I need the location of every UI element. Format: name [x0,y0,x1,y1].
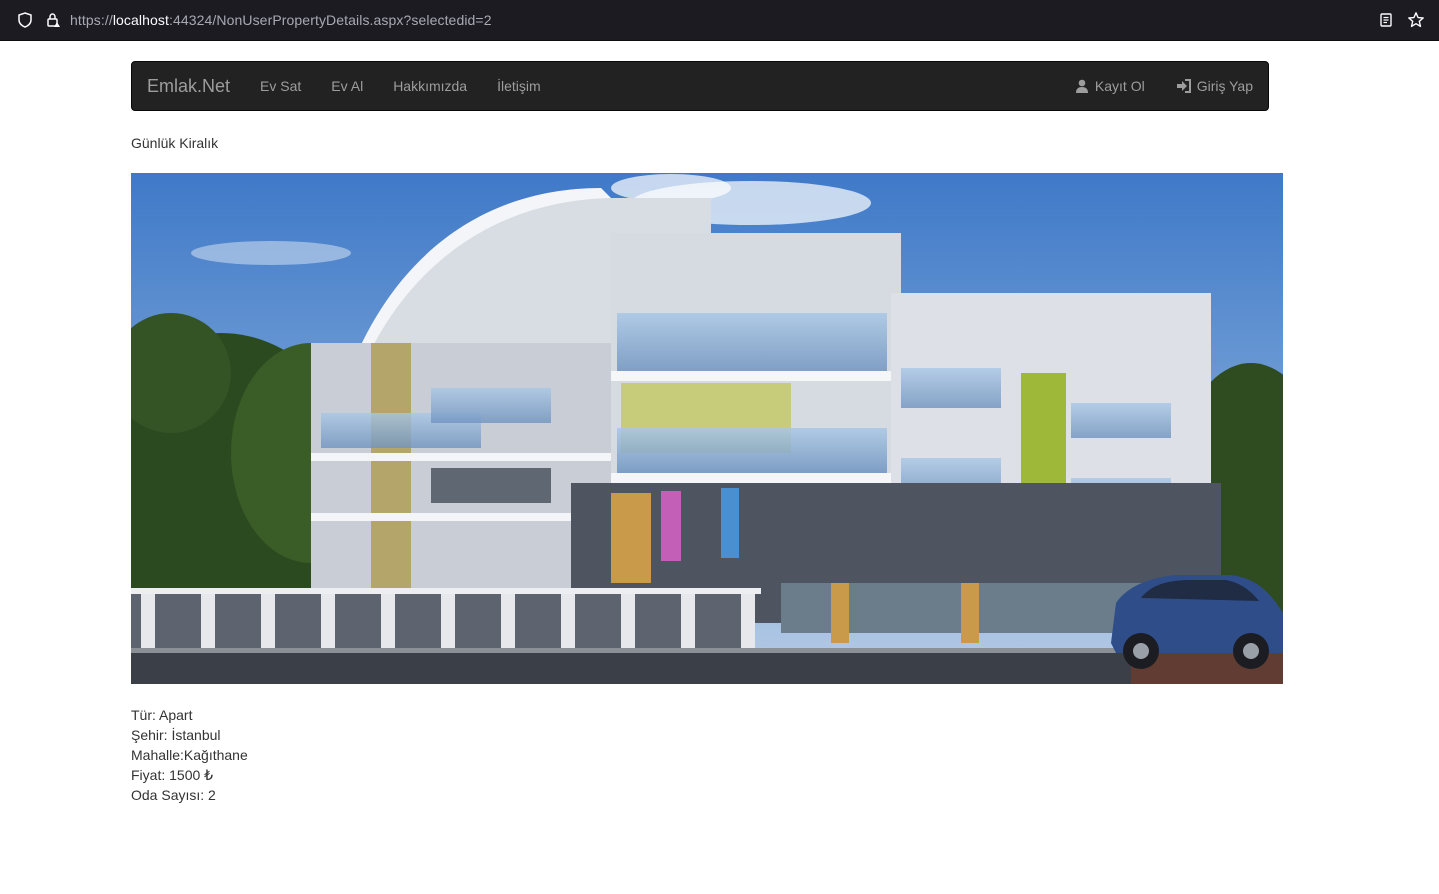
reader-view-icon[interactable] [1377,11,1395,29]
site-navbar: Emlak.Net Ev Sat Ev Al Hakkımızda İletiş… [131,61,1269,111]
url-path: :44324/NonUserPropertyDetails.aspx?selec… [168,12,492,28]
detail-price: Fiyat: 1500 ₺ [131,767,214,783]
url-bar[interactable]: https://localhost:44324/NonUserPropertyD… [6,4,1433,36]
detail-type: Tür: Apart [131,707,193,723]
brand-link[interactable]: Emlak.Net [147,76,230,97]
user-icon [1073,77,1091,95]
url-text[interactable]: https://localhost:44324/NonUserPropertyD… [70,12,492,28]
bookmark-star-icon[interactable] [1407,11,1425,29]
property-details: Tür: Apart Şehir: İstanbul Mahalle:Kağıt… [131,705,248,805]
nav-hakkimizda[interactable]: Hakkımızda [378,78,482,94]
browser-toolbar: https://localhost:44324/NonUserPropertyD… [0,0,1439,41]
register-label: Kayıt Ol [1094,78,1145,94]
lock-icon[interactable] [44,11,62,29]
url-scheme: https:// [70,12,113,28]
nav-iletisim[interactable]: İletişim [482,78,556,94]
shield-icon[interactable] [16,11,34,29]
detail-rooms: Oda Sayısı: 2 [131,787,216,803]
login-link[interactable]: Giriş Yap [1160,77,1268,95]
login-icon [1175,77,1193,95]
nav-ev-al[interactable]: Ev Al [316,78,378,94]
detail-city: Şehir: İstanbul [131,727,221,743]
url-host: localhost [112,12,169,28]
property-category: Günlük Kiralık [131,135,219,151]
detail-district: Mahalle:Kağıthane [131,747,248,763]
register-link[interactable]: Kayıt Ol [1058,77,1160,95]
nav-ev-sat[interactable]: Ev Sat [245,78,316,94]
property-photo [131,173,1283,684]
login-label: Giriş Yap [1196,78,1253,94]
